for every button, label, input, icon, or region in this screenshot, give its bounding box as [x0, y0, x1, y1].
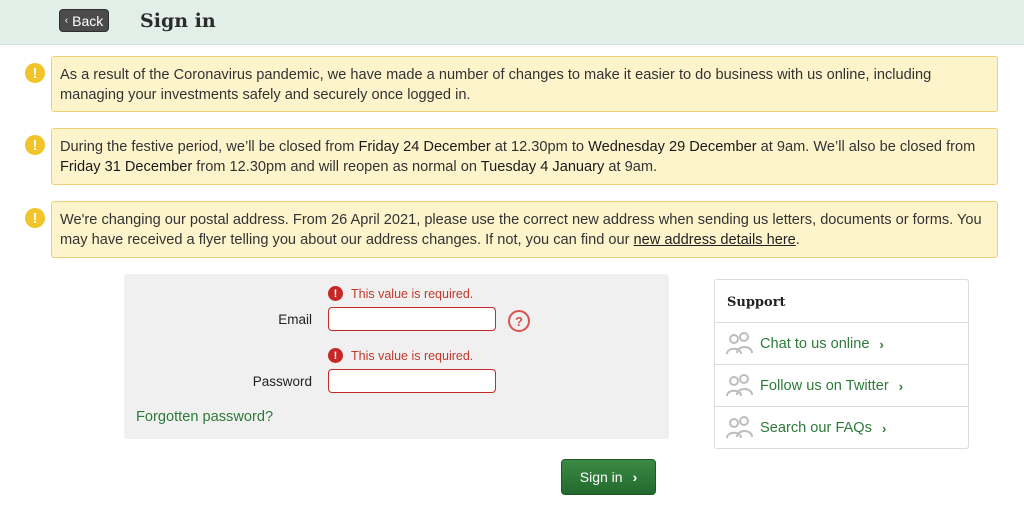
- notice-coronavirus: As a result of the Coronavirus pandemic,…: [51, 56, 998, 112]
- support-item-faqs[interactable]: Search our FAQs ›: [715, 406, 968, 449]
- sign-in-button[interactable]: Sign in ›: [561, 459, 656, 495]
- login-panel: ! This value is required. Email ? ! This…: [124, 274, 669, 439]
- chevron-right-icon: ›: [632, 469, 638, 485]
- notice-text: During the festive period, we’ll be clos…: [60, 139, 359, 155]
- help-icon[interactable]: ?: [508, 310, 530, 332]
- notice-text: at 9am. We’ll also be closed from: [756, 139, 976, 155]
- new-address-link[interactable]: new address details here: [634, 232, 796, 248]
- notice-date: Friday 31 December: [60, 159, 193, 175]
- people-icon: [726, 332, 753, 355]
- support-title: Support: [727, 295, 786, 310]
- notice-text: at 9am.: [604, 159, 658, 175]
- notice-text: from 12.30pm and will reopen as normal o…: [192, 159, 481, 175]
- support-item-label: Chat to us online: [760, 336, 870, 352]
- notice-text: As a result of the Coronavirus pandemic,…: [60, 67, 932, 103]
- people-icon: [726, 416, 753, 439]
- notice-text: We're changing our postal address. From …: [60, 212, 982, 248]
- support-item-label: Search our FAQs: [760, 420, 872, 436]
- page-title: Sign in: [140, 10, 216, 32]
- chevron-right-icon: ›: [898, 378, 904, 394]
- warning-icon: !: [25, 135, 45, 155]
- warning-icon: !: [25, 208, 45, 228]
- notice-date: Wednesday 29 December: [588, 139, 757, 155]
- error-icon: !: [328, 286, 343, 301]
- email-label: Email: [278, 312, 312, 327]
- support-item-twitter[interactable]: Follow us on Twitter ›: [715, 364, 968, 407]
- chevron-right-icon: ›: [881, 420, 887, 436]
- email-field[interactable]: [328, 307, 496, 331]
- email-error-text: This value is required.: [351, 286, 474, 301]
- notice-postal-address: We're changing our postal address. From …: [51, 201, 998, 258]
- notice-date: Tuesday 4 January: [480, 159, 605, 175]
- notice-text: .: [795, 232, 800, 248]
- support-item-label: Follow us on Twitter: [760, 378, 889, 394]
- chevron-right-icon: ›: [879, 336, 884, 352]
- notice-date: Friday 24 December: [358, 139, 491, 155]
- email-error: ! This value is required.: [328, 286, 473, 301]
- back-button-label: Back: [72, 12, 104, 29]
- back-button[interactable]: ‹ Back: [59, 9, 109, 32]
- chevron-left-icon: ‹: [64, 15, 69, 26]
- people-icon: [726, 374, 753, 397]
- password-error-text: This value is required.: [351, 348, 474, 363]
- sign-in-label: Sign in: [579, 469, 623, 485]
- notice-festive-period: During the festive period, we’ll be clos…: [51, 128, 998, 185]
- error-icon: !: [328, 348, 343, 363]
- support-panel: Support Chat to us online › Follow us on…: [714, 279, 969, 449]
- forgotten-password-link[interactable]: Forgotten password?: [136, 409, 273, 425]
- notice-text: at 12.30pm to: [490, 139, 589, 155]
- header-bar: ‹ Back Sign in: [0, 0, 1024, 45]
- password-field[interactable]: [328, 369, 496, 393]
- support-item-chat[interactable]: Chat to us online ›: [715, 322, 968, 365]
- warning-icon: !: [25, 63, 45, 83]
- password-label: Password: [252, 374, 312, 389]
- password-error: ! This value is required.: [328, 348, 473, 363]
